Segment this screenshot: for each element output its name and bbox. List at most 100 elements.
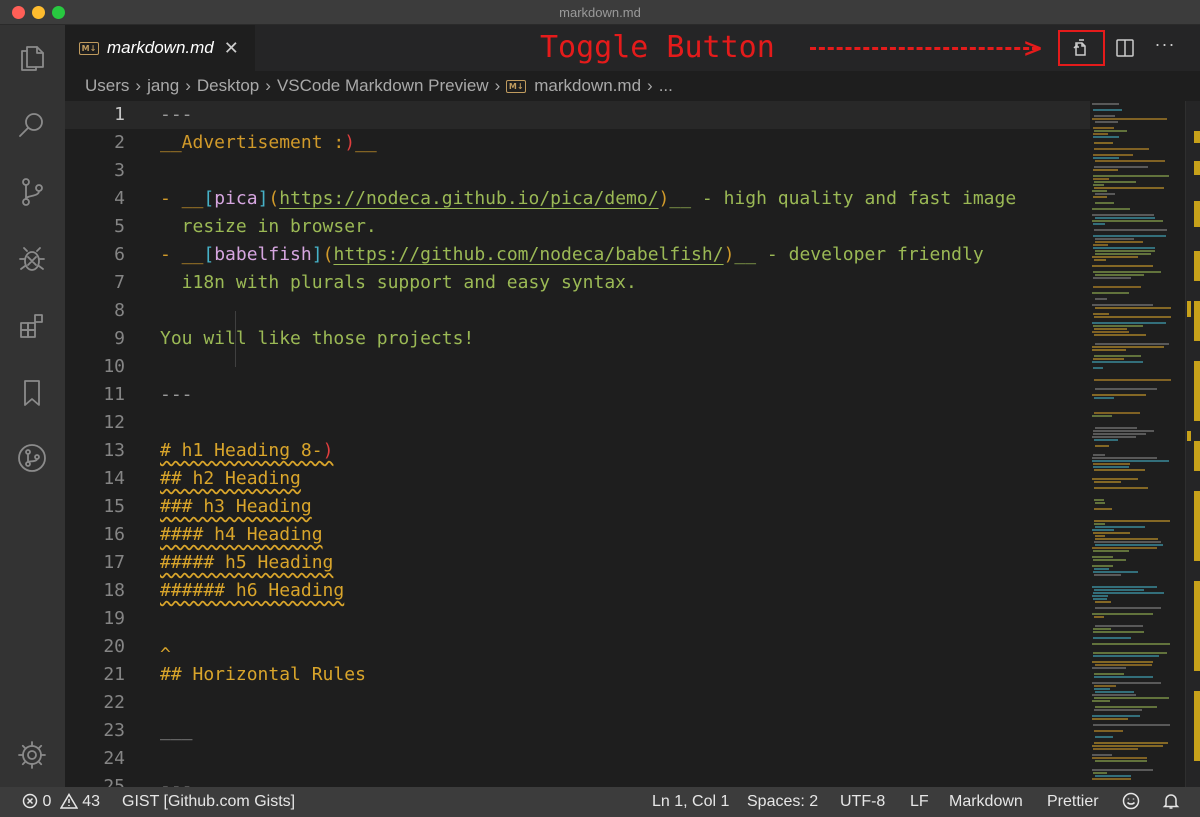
code-token: ) (322, 440, 334, 461)
minimap-line (1094, 481, 1121, 483)
cursor-position[interactable]: Ln 1, Col 1 (652, 793, 729, 811)
minimap-line (1094, 568, 1109, 570)
code-token: pica (214, 188, 258, 209)
line-number: 1 (114, 104, 125, 125)
minimap-line (1092, 118, 1167, 120)
code-editor[interactable]: 1 --- 2 __Advertisement :)__ 3 4 - __[pi… (65, 101, 1090, 787)
editor-line[interactable]: 20 ^ (65, 633, 1090, 665)
editor-line[interactable]: 22 (65, 689, 1090, 717)
editor-line[interactable]: 14 ## h2 Heading (65, 465, 1090, 493)
formatter-status[interactable]: Prettier (1047, 793, 1099, 811)
indentation-status[interactable]: Spaces: 2 (747, 793, 818, 811)
link-url[interactable]: https://nodeca.github.io/pica/demo/ (279, 188, 658, 209)
scrollbar-warning-marker (1194, 161, 1200, 175)
minimap-line (1094, 397, 1114, 399)
scrollbar-warning-marker (1187, 301, 1191, 317)
breadcrumb-item-folder[interactable]: VSCode Markdown Preview (277, 76, 489, 96)
line-number: 17 (103, 552, 125, 573)
settings-gear-icon[interactable] (12, 735, 52, 775)
breadcrumb-item-jang[interactable]: jang (147, 76, 179, 96)
line-number: 11 (103, 384, 125, 405)
editor-line[interactable]: 8 (65, 297, 1090, 325)
breadcrumb-item-file[interactable]: markdown.md (534, 76, 641, 96)
error-icon (22, 793, 38, 809)
files-icon[interactable] (12, 38, 52, 78)
encoding-status[interactable]: UTF-8 (840, 793, 885, 811)
editor-line[interactable]: 16 #### h4 Heading (65, 521, 1090, 549)
line-number: 18 (103, 580, 125, 601)
editor-line[interactable]: 24 (65, 745, 1090, 773)
line-number: 23 (103, 720, 125, 741)
editor-line[interactable]: 1 --- (65, 101, 1090, 129)
vertical-scrollbar[interactable] (1185, 101, 1200, 787)
minimap-line (1092, 643, 1170, 645)
breadcrumb-ellipsis[interactable]: ... (659, 76, 673, 96)
link-url[interactable]: https://github.com/nodeca/babelfish/ (333, 244, 723, 265)
editor-line[interactable]: 13 # h1 Heading 8-) (65, 437, 1090, 465)
minimap-line (1092, 613, 1153, 615)
chevron-right-icon: › (494, 76, 501, 95)
scrollbar-warning-marker (1194, 691, 1200, 761)
notifications-bell-icon[interactable] (1162, 792, 1180, 815)
debug-icon[interactable] (12, 239, 52, 279)
minimap-line (1094, 616, 1104, 618)
minimap-line (1094, 316, 1171, 318)
minimap-line (1092, 190, 1107, 192)
breadcrumb-item-users[interactable]: Users (85, 76, 129, 96)
bookmark-icon[interactable] (12, 373, 52, 413)
minimap-line (1093, 466, 1129, 468)
extensions-icon[interactable] (12, 306, 52, 346)
editor-line[interactable]: 7 i18n with plurals support and easy syn… (65, 269, 1090, 297)
editor-line[interactable]: 17 ##### h5 Heading (65, 549, 1090, 577)
editor-line[interactable]: 6 - __[babelfish](https://github.com/nod… (65, 241, 1090, 269)
minimap[interactable] (1090, 101, 1185, 787)
line-text: --- (160, 104, 193, 125)
minimap-line (1094, 742, 1168, 744)
split-editor-button[interactable] (1112, 35, 1138, 61)
eol-status[interactable]: LF (910, 793, 929, 811)
editor-line[interactable]: 19 (65, 605, 1090, 633)
editor-line[interactable]: 11 --- (65, 381, 1090, 409)
minimap-line (1095, 736, 1113, 738)
editor-line[interactable]: 3 (65, 157, 1090, 185)
chevron-right-icon: › (135, 76, 142, 95)
tab-markdown[interactable]: M↓ markdown.md ✕ (65, 25, 255, 71)
editor-line[interactable]: 2 __Advertisement :)__ (65, 129, 1090, 157)
minimap-line (1093, 358, 1124, 360)
scrollbar-warning-marker (1194, 201, 1200, 227)
minimap-line (1092, 322, 1166, 324)
minimap-line (1095, 706, 1157, 708)
line-number: 19 (103, 608, 125, 629)
editor-line[interactable]: 10 (65, 353, 1090, 381)
open-preview-to-side-button[interactable] (1058, 30, 1105, 66)
minimap-line (1094, 589, 1144, 591)
more-actions-button[interactable]: ··· (1150, 34, 1180, 60)
minimap-line (1095, 526, 1145, 528)
minimap-line (1094, 697, 1169, 699)
editor-line[interactable]: 21 ## Horizontal Rules (65, 661, 1090, 689)
search-icon[interactable] (12, 105, 52, 145)
minimap-line (1095, 307, 1171, 309)
gist-status[interactable]: GIST [Github.com Gists] (122, 793, 295, 811)
minimap-line (1095, 241, 1143, 243)
breadcrumb-item-desktop[interactable]: Desktop (197, 76, 259, 96)
minimap-line (1094, 688, 1110, 690)
editor-line[interactable]: 23 ___ (65, 717, 1090, 745)
code-token: __ - high quality and fast image (669, 188, 1017, 209)
editor-line[interactable]: 12 (65, 409, 1090, 437)
minimap-line (1092, 361, 1143, 363)
feedback-smiley-icon[interactable] (1122, 792, 1140, 815)
editor-line[interactable]: 15 ### h3 Heading (65, 493, 1090, 521)
editor-line[interactable]: 18 ###### h6 Heading (65, 577, 1090, 605)
code-token: - __ (160, 244, 204, 265)
minimap-line (1092, 529, 1114, 531)
problems-indicator[interactable]: 0 43 (22, 793, 100, 811)
editor-line[interactable]: 4 - __[pica](https://nodeca.github.io/pi… (65, 185, 1090, 213)
git-lens-icon[interactable] (12, 438, 52, 478)
editor-line[interactable]: 9 You will like those projects! (65, 325, 1090, 353)
close-icon[interactable]: ✕ (224, 38, 239, 59)
source-control-icon[interactable] (12, 172, 52, 212)
editor-line[interactable]: 25 --- (65, 773, 1090, 787)
editor-line[interactable]: 5 resize in browser. (65, 213, 1090, 241)
language-mode[interactable]: Markdown (949, 793, 1023, 811)
